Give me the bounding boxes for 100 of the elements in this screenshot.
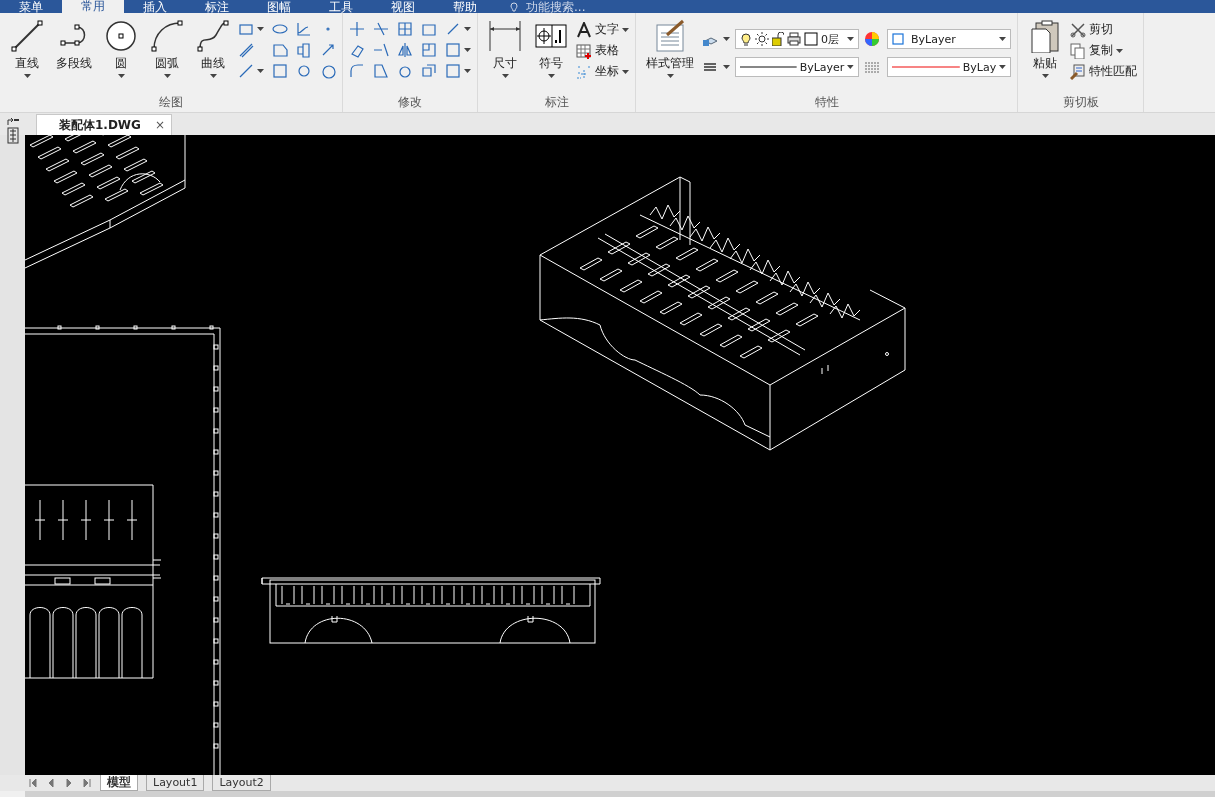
style-manager-icon <box>653 19 687 53</box>
ribbon-button[interactable]: 剪切 <box>1070 21 1137 38</box>
menu-tab[interactable]: 帮助 <box>434 1 496 13</box>
caret-icon[interactable] <box>847 65 854 69</box>
ribbon-button[interactable]: 圆弧 <box>146 17 188 80</box>
arc-tool-icon <box>150 19 184 53</box>
caret-icon[interactable] <box>464 48 471 52</box>
clipboard-icon <box>1028 19 1062 53</box>
caret-icon[interactable] <box>999 65 1006 69</box>
caret-icon[interactable] <box>547 74 555 78</box>
ribbon-button[interactable]: 表格 <box>576 42 629 59</box>
ribbon-button[interactable]: 粘贴 <box>1024 17 1066 80</box>
last-page-icon[interactable] <box>82 778 92 788</box>
polygon-icon[interactable] <box>272 42 288 58</box>
line-tool-icon <box>10 19 44 53</box>
sun-icon <box>755 32 769 46</box>
caret-icon[interactable] <box>723 37 730 41</box>
ribbon-button[interactable]: 样式管理 <box>642 17 698 80</box>
ribbon-button[interactable]: 符号 <box>530 17 572 80</box>
curve-axis-icon[interactable] <box>296 21 312 37</box>
caret-icon[interactable] <box>1116 48 1123 53</box>
scissors-icon <box>1070 21 1086 38</box>
caret-icon[interactable] <box>1041 74 1049 78</box>
lightbulb-icon <box>740 31 752 47</box>
text-icon <box>576 21 592 38</box>
layout-tab[interactable]: Layout1 <box>146 775 205 791</box>
construction-line-icon[interactable] <box>238 63 254 79</box>
ribbon-button[interactable]: 复制 <box>1070 42 1137 59</box>
extend-icon[interactable] <box>373 42 389 58</box>
ribbon-button[interactable]: 尺寸 <box>484 17 526 80</box>
first-page-icon[interactable] <box>28 778 38 788</box>
next-page-icon[interactable] <box>64 778 74 788</box>
caret-icon[interactable] <box>117 74 125 78</box>
color-swatch-icon <box>892 33 904 45</box>
lightbulb-icon[interactable] <box>508 1 520 13</box>
mirror-icon[interactable] <box>397 42 413 58</box>
line-sample-icon <box>892 65 960 69</box>
table-icon <box>576 42 592 59</box>
ribbon-button[interactable]: 圆 <box>100 17 142 80</box>
caret-icon[interactable] <box>666 74 674 78</box>
spline-tool-icon <box>196 19 230 53</box>
panel-title: 标注 <box>543 94 570 111</box>
caret-icon[interactable] <box>163 74 171 78</box>
dimension-icon <box>488 19 522 53</box>
window-icon[interactable] <box>421 42 437 58</box>
trim-icon[interactable] <box>373 21 389 37</box>
ribbon-button[interactable]: 直线 <box>6 17 48 80</box>
panel-title: 特性 <box>813 94 840 111</box>
previous-page-icon[interactable] <box>46 778 56 788</box>
dropdown-field[interactable]: ByLayer <box>887 29 1011 49</box>
menu-tab[interactable]: 插入 <box>124 1 186 13</box>
caret-icon[interactable] <box>501 74 509 78</box>
menu-tab[interactable]: 视图 <box>372 1 434 13</box>
ribbon-button[interactable]: 曲线 <box>192 17 234 80</box>
caret-icon[interactable] <box>847 37 854 41</box>
document-tab[interactable]: 装配体1.DWG × <box>36 114 173 135</box>
stretch-icon[interactable] <box>373 63 389 79</box>
caret-icon[interactable] <box>257 27 264 31</box>
ellipse-icon[interactable] <box>272 21 288 37</box>
layout-tab[interactable]: Layout2 <box>212 775 271 791</box>
layout-tab[interactable]: 模型 <box>100 775 138 791</box>
dropdown-field[interactable]: ByLayer <box>735 57 859 77</box>
menu-tab[interactable]: 常用 <box>62 0 124 13</box>
caret-icon[interactable] <box>622 69 629 74</box>
arrow-icon[interactable] <box>320 42 336 58</box>
menu-tab[interactable]: 工具 <box>310 1 372 13</box>
caret-icon[interactable] <box>622 27 629 32</box>
caret-icon[interactable] <box>464 27 471 31</box>
menu-tab[interactable]: 标注 <box>186 1 248 13</box>
color-wheel-icon[interactable] <box>864 31 880 47</box>
ribbon-button[interactable]: 特性匹配 <box>1070 63 1137 80</box>
color-swatch-icon <box>804 32 818 46</box>
menu-tab[interactable]: 菜单 <box>0 1 62 13</box>
fillet-icon[interactable] <box>349 63 365 79</box>
ribbon-button[interactable]: 多段线 <box>52 17 96 74</box>
panel-title: 剪切板 <box>1061 94 1100 111</box>
copy-icon <box>1070 42 1086 59</box>
circle-tool-icon <box>104 19 138 53</box>
horizontal-scrollbar[interactable] <box>25 791 1215 797</box>
ribbon-button[interactable]: 坐标 <box>576 63 629 80</box>
search-field[interactable]: 功能搜索... <box>526 1 586 13</box>
double-line-icon[interactable] <box>238 42 254 58</box>
dropdown-field[interactable]: 0层 <box>735 29 859 49</box>
caret-icon[interactable] <box>464 69 471 73</box>
caret-icon[interactable] <box>257 69 264 73</box>
array-icon[interactable] <box>397 21 413 37</box>
panel-title: 修改 <box>397 94 423 111</box>
caret-icon[interactable] <box>209 74 217 78</box>
dropdown-field[interactable]: ByLay <box>887 57 1011 77</box>
panel-toggle-icon[interactable] <box>5 117 20 145</box>
caret-icon[interactable] <box>23 74 31 78</box>
edit-pencil-icon[interactable] <box>445 21 461 37</box>
panel-title: 绘图 <box>158 94 184 111</box>
menu-tab[interactable]: 图幅 <box>248 1 310 13</box>
caret-icon[interactable] <box>723 65 730 69</box>
line-sample-icon <box>740 65 797 69</box>
shaft-icon[interactable] <box>296 42 312 58</box>
ribbon-button[interactable]: 文字 <box>576 21 629 38</box>
close-button[interactable]: × <box>154 118 166 132</box>
caret-icon[interactable] <box>999 37 1006 41</box>
